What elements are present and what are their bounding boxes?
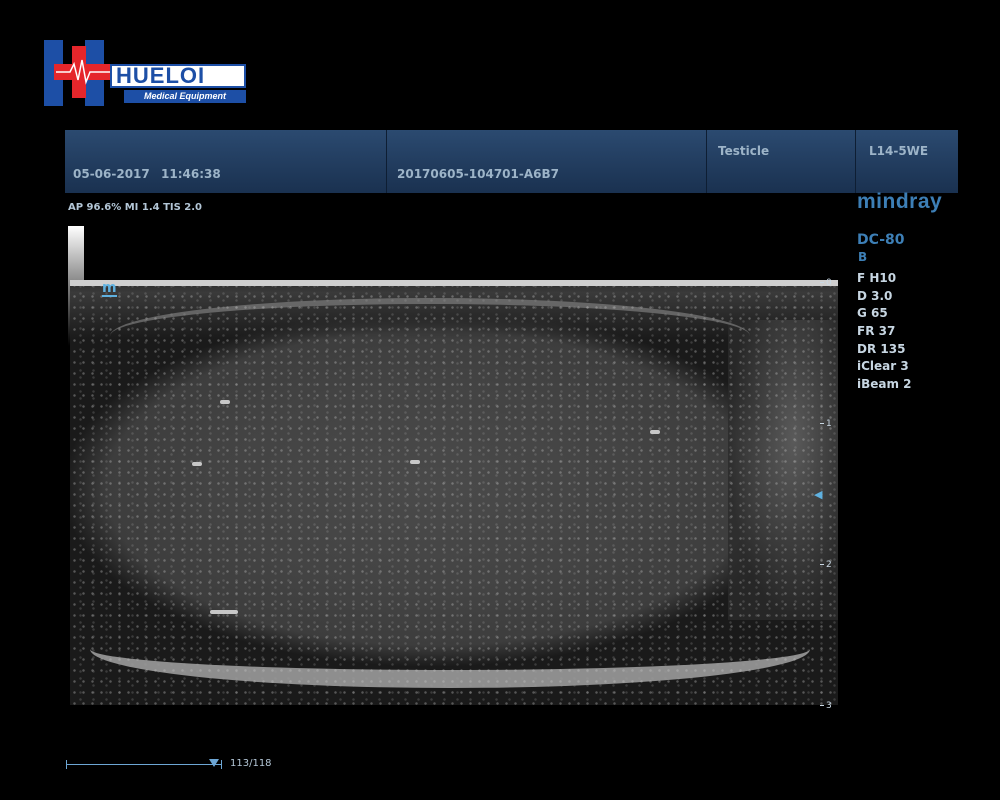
param-gain: G 65 (857, 306, 888, 321)
cine-frame-counter: 113/118 (230, 758, 272, 769)
exam-date: 05-06-2017 (73, 167, 150, 181)
imaging-mode: B (858, 250, 868, 264)
depth-tick-0: 0 (820, 278, 832, 288)
probe-cell[interactable]: L14-5WE (856, 130, 958, 193)
ultrasound-image[interactable] (70, 280, 838, 705)
param-frequency: F H10 (857, 271, 897, 285)
depth-tick-3: 3 (820, 701, 832, 711)
imaging-parameters-list: F H10 D 3.0 G 65 FR 37 DR 135 iClear 3 i… (857, 270, 912, 394)
depth-tick-1: 1 (820, 419, 832, 429)
exam-id: 20170605-104701-A6B7 (397, 167, 559, 181)
probe-orientation-marker: m (102, 280, 117, 297)
patient-info-header: 05-06-2017 11:46:38 20170605-104701-A6B7… (65, 130, 958, 193)
cine-track (66, 764, 221, 765)
exam-type-cell[interactable]: Testicle (707, 130, 856, 193)
hueloi-logo: HUELOI Medical Equipment (44, 38, 248, 108)
mindray-logo: mindray (857, 190, 943, 213)
device-model: DC-80 (857, 232, 905, 248)
param-ibeam: iBeam 2 (857, 377, 912, 392)
acoustic-power-readout: AP 96.6% MI 1.4 TIS 2.0 (68, 202, 203, 213)
probe-label: L14-5WE (869, 144, 929, 158)
param-frame-rate: FR 37 (857, 324, 896, 339)
focus-position-icon[interactable]: ◀ (814, 488, 822, 501)
param-dynamic-range: DR 135 (857, 341, 906, 356)
exam-time: 11:46:38 (161, 167, 221, 181)
logo-brand-text: HUELOI (110, 64, 246, 88)
exam-id-cell: 20170605-104701-A6B7 (387, 130, 707, 193)
depth-tick-2: 2 (820, 560, 832, 570)
cine-handle[interactable] (209, 759, 220, 767)
logo-tagline: Medical Equipment (124, 90, 246, 103)
datetime-cell: 05-06-2017 11:46:38 (65, 130, 387, 193)
cine-end-cap (221, 760, 222, 769)
cine-loop-slider[interactable] (66, 758, 226, 770)
param-depth: D 3.0 (857, 288, 893, 303)
cine-start-cap (66, 760, 67, 769)
exam-type-label: Testicle (718, 144, 770, 158)
param-iclear: iClear 3 (857, 359, 909, 374)
